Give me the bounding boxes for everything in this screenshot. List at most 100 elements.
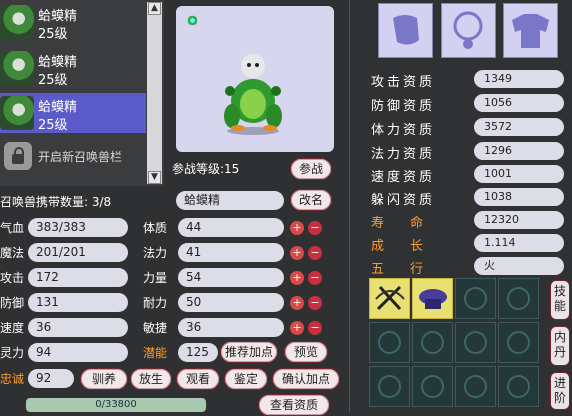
empty-skill-slot[interactable] [412, 322, 453, 363]
minus-icon[interactable]: − [308, 246, 322, 260]
empty-skill-slot[interactable] [369, 322, 410, 363]
stat-label: 气血 [0, 221, 25, 235]
release-button[interactable]: 放生 [130, 368, 172, 390]
open-slot-label: 开启新召唤兽栏 [38, 150, 123, 164]
empty-skill-slot[interactable] [498, 322, 539, 363]
attr-value: 54 [178, 268, 284, 287]
appraise-button[interactable]: 鉴定 [224, 368, 268, 390]
empty-skill-slot[interactable] [369, 366, 410, 407]
lifespan-label: 寿 命 [371, 216, 424, 231]
empty-skill-slot[interactable] [498, 278, 539, 319]
pet-avatar [0, 96, 34, 130]
stat-label: 攻击 [0, 271, 25, 285]
plus-icon[interactable]: + [290, 221, 304, 235]
quality-label: 法力资质 [371, 147, 436, 162]
growth-value: 1.114 [474, 234, 564, 252]
stat-label: 速度 [0, 321, 25, 335]
stat-value: 172 [28, 268, 128, 287]
plus-icon[interactable]: + [290, 246, 304, 260]
plus-icon[interactable]: + [290, 271, 304, 285]
pet-list-scrollbar[interactable]: ▲ ▼ [147, 2, 162, 184]
pet-list-item-selected[interactable]: 蛤蟆精 25级 [0, 93, 146, 133]
preview-button[interactable]: 预览 [284, 341, 328, 363]
quality-label: 躲闪资质 [371, 193, 436, 208]
potential-value: 125 [178, 343, 218, 362]
element-label: 五 行 [371, 262, 424, 277]
confirm-points-button[interactable]: 确认加点 [272, 368, 340, 390]
equip-slot[interactable] [441, 3, 496, 58]
quality-value: 1349 [474, 70, 564, 88]
open-new-slot-button[interactable]: 开启新召唤兽栏 [0, 138, 146, 176]
element-value: 火 [474, 257, 564, 275]
empty-skill-slot[interactable] [455, 278, 496, 319]
empty-skill-slot[interactable] [455, 366, 496, 407]
pet-name: 蛤蟆精 [38, 55, 78, 70]
stat-label: 防御 [0, 296, 25, 310]
stat-value: 383/383 [28, 218, 128, 237]
quality-value: 1001 [474, 165, 564, 183]
quality-value: 1296 [474, 142, 564, 160]
empty-skill-slot[interactable] [455, 322, 496, 363]
quality-label: 防御资质 [371, 99, 436, 114]
minus-icon[interactable]: − [308, 296, 322, 310]
attr-label: 力量 [143, 271, 168, 285]
scroll-up-arrow-icon[interactable]: ▲ [148, 2, 161, 15]
tab-advance[interactable]: 进阶 [550, 372, 570, 410]
plus-icon[interactable]: + [290, 321, 304, 335]
scroll-down-arrow-icon[interactable]: ▼ [148, 171, 161, 184]
pet-name: 蛤蟆精 [38, 9, 78, 24]
quality-label: 速度资质 [371, 170, 436, 185]
loyalty-value: 92 [28, 369, 74, 388]
pet-level: 25级 [38, 27, 68, 42]
equip-slot[interactable] [503, 3, 558, 58]
attr-value: 50 [178, 293, 284, 312]
quality-label: 体力资质 [371, 123, 436, 138]
tab-inner-pill[interactable]: 内丹 [550, 326, 570, 366]
minus-icon[interactable]: − [308, 321, 322, 335]
pet-list-item[interactable]: 蛤蟆精 25级 [0, 2, 146, 42]
pet-avatar [0, 51, 34, 85]
empty-skill-slot[interactable] [412, 366, 453, 407]
battle-button[interactable]: 参战 [290, 158, 332, 180]
quality-label: 攻击资质 [371, 75, 436, 90]
toad-model-image [224, 54, 282, 135]
growth-label: 成 长 [371, 239, 424, 254]
attr-label: 体质 [143, 221, 168, 235]
pet-level: 25级 [38, 118, 68, 133]
minus-icon[interactable]: − [308, 271, 322, 285]
tame-button[interactable]: 驯养 [80, 368, 128, 390]
skill-slot[interactable] [369, 278, 410, 319]
attr-label: 敏捷 [143, 321, 168, 335]
quality-value: 3572 [474, 118, 564, 136]
attr-label: 法力 [143, 246, 168, 260]
carry-count-label: 召唤兽携带数量: 3/8 [0, 195, 112, 209]
collar-icon [393, 15, 419, 45]
attr-value: 44 [178, 218, 284, 237]
view-quality-button[interactable]: 查看资质 [258, 394, 330, 416]
stat-value: 201/201 [28, 243, 128, 262]
pet-name-input[interactable]: 蛤蟆精 [176, 191, 284, 210]
rename-button[interactable]: 改名 [290, 189, 332, 211]
stat-value: 36 [28, 318, 128, 337]
pet-list-item[interactable]: 蛤蟆精 25级 [0, 48, 146, 88]
necklace-icon [453, 11, 483, 49]
purple-beast-skill-icon [419, 289, 447, 309]
recommend-points-button[interactable]: 推荐加点 [220, 341, 278, 363]
exp-bar: 0/33800 [26, 398, 206, 412]
pet-level: 25级 [38, 73, 68, 88]
quality-value: 1038 [474, 188, 564, 206]
minus-icon[interactable]: − [308, 221, 322, 235]
pet-avatar [0, 5, 34, 39]
empty-skill-slot[interactable] [498, 366, 539, 407]
watch-button[interactable]: 观看 [176, 368, 220, 390]
pet-name: 蛤蟆精 [38, 100, 78, 115]
tab-skills[interactable]: 技能 [550, 280, 570, 320]
quality-value: 1056 [474, 94, 564, 112]
plus-icon[interactable]: + [290, 296, 304, 310]
battle-level-label: 参战等级:15 [172, 162, 240, 176]
armor-icon [512, 14, 549, 48]
attr-label: 耐力 [143, 296, 168, 310]
orb-icon[interactable] [187, 15, 198, 26]
skill-slot[interactable] [412, 278, 453, 319]
equip-slot[interactable] [378, 3, 433, 58]
